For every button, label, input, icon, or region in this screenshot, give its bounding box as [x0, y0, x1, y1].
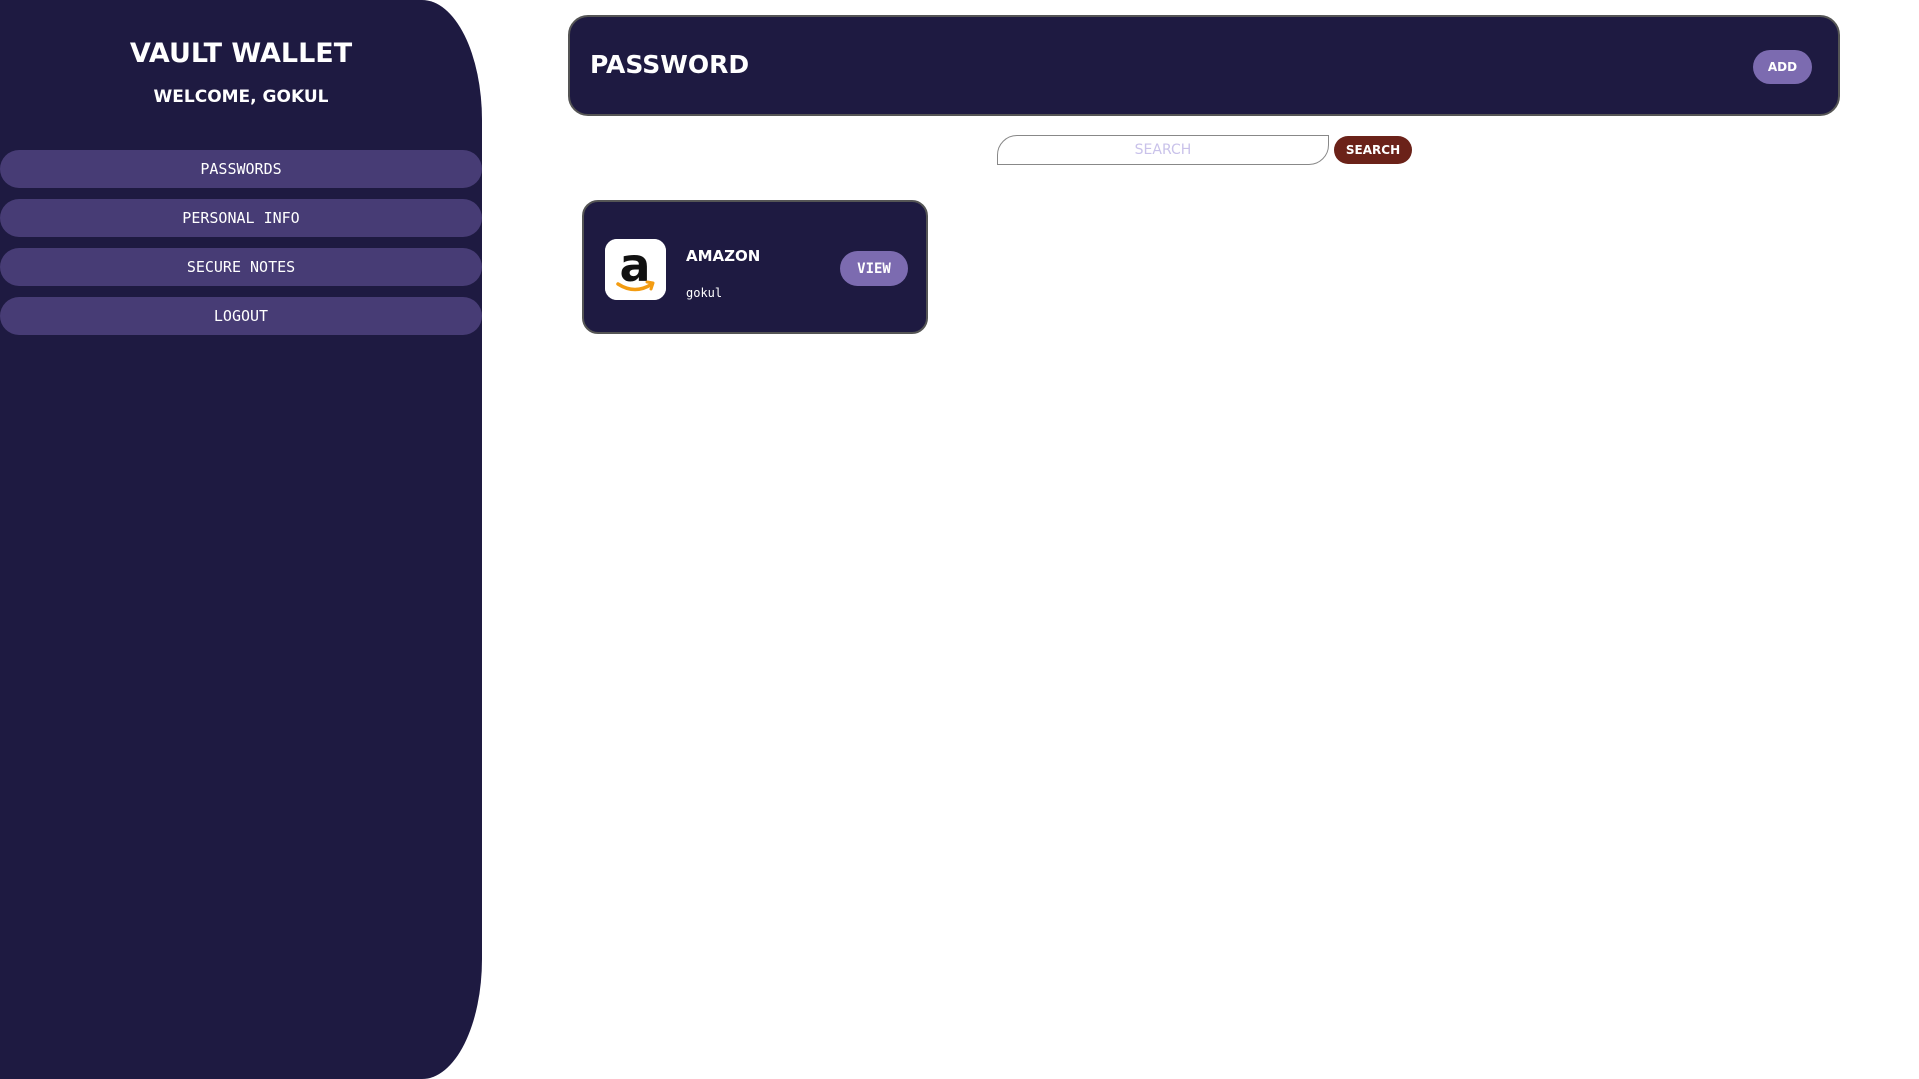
card-site-name: AMAZON	[686, 247, 761, 265]
sidebar-item-passwords[interactable]: PASSWORDS	[0, 150, 482, 188]
sidebar-item-logout[interactable]: LOGOUT	[0, 297, 482, 335]
sidebar: VAULT WALLET WELCOME, GOKUL PASSWORDS PE…	[0, 0, 482, 1079]
svg-text:a: a	[619, 239, 650, 292]
app-title: VAULT WALLET	[129, 38, 353, 69]
card-username: gokul	[686, 286, 723, 300]
search-button[interactable]: SEARCH	[1334, 136, 1412, 164]
amazon-logo-icon: a	[605, 239, 666, 300]
page-title: PASSWORD	[590, 50, 750, 79]
add-button[interactable]: ADD	[1753, 50, 1812, 84]
password-card: a AMAZON gokul VIEW	[582, 200, 928, 334]
sidebar-item-secure-notes[interactable]: SECURE NOTES	[0, 248, 482, 286]
sidebar-item-personal-info[interactable]: PERSONAL INFO	[0, 199, 482, 237]
page-header: PASSWORD ADD	[568, 15, 1840, 116]
welcome-message: WELCOME, GOKUL	[153, 87, 329, 107]
sidebar-nav: PASSWORDS PERSONAL INFO SECURE NOTES LOG…	[0, 150, 482, 346]
view-button[interactable]: VIEW	[840, 251, 908, 286]
search-input[interactable]	[997, 135, 1329, 165]
